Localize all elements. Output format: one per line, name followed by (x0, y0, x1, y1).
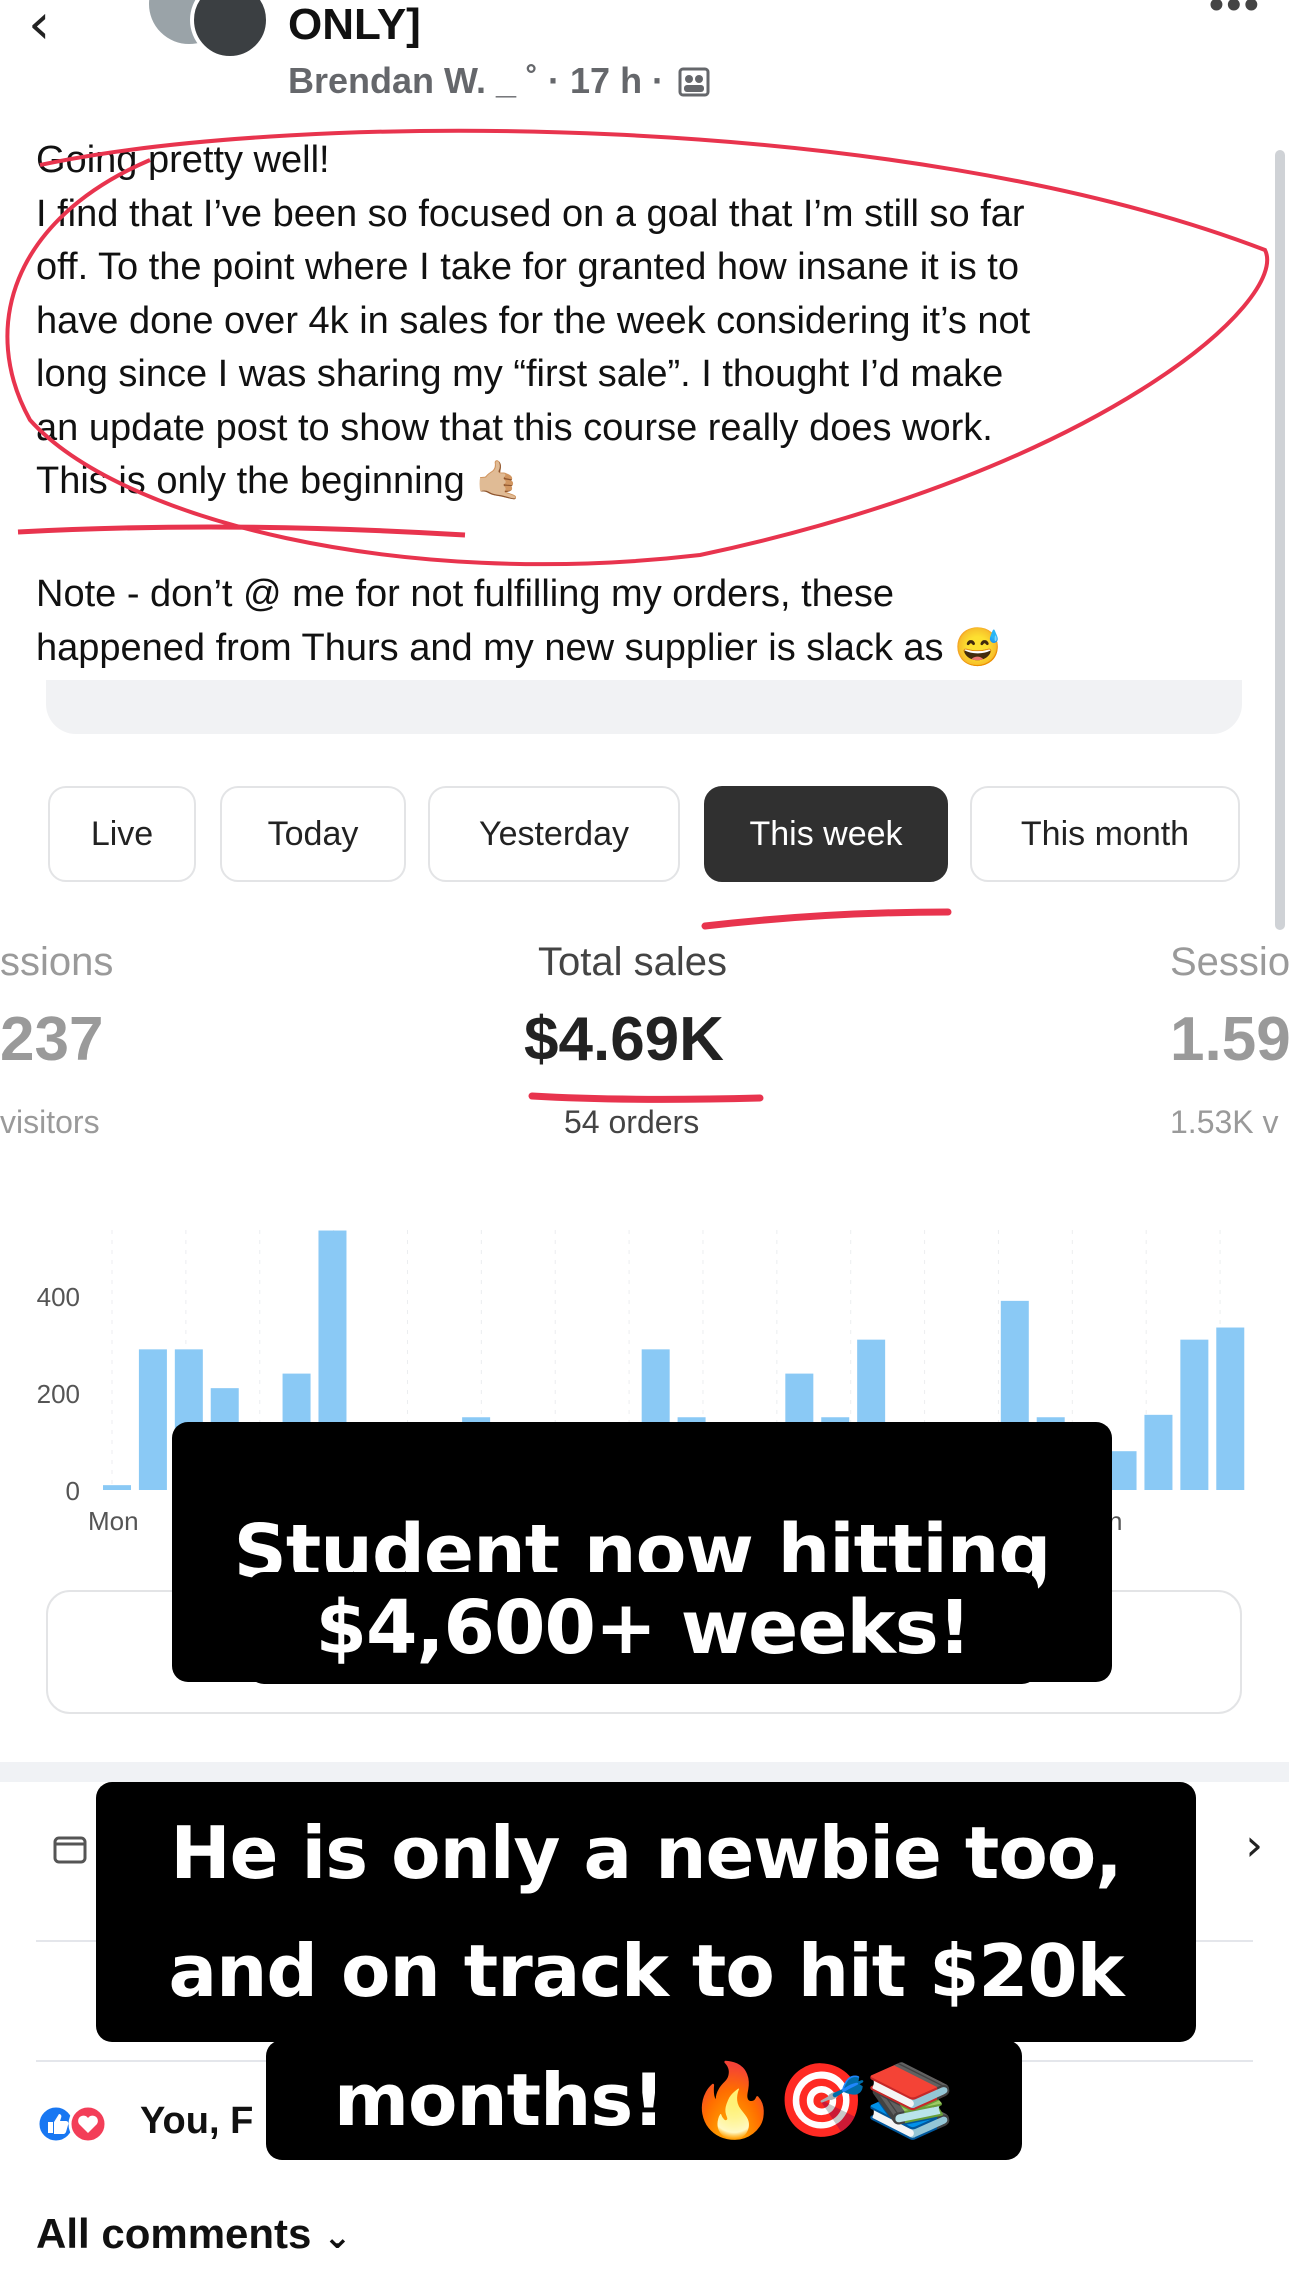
tab-live[interactable]: Live (48, 786, 196, 882)
caption-line: He is only a newbie too, (170, 1811, 1122, 1895)
chart-bar[interactable] (138, 1349, 167, 1490)
total-sales-orders: 54 orders (564, 1104, 700, 1140)
y-tick-label: 400 (37, 1282, 80, 1312)
annotation-underline-tab (701, 908, 952, 930)
tab-this-week[interactable]: This week (704, 786, 948, 882)
chart-bar[interactable] (103, 1485, 131, 1490)
chart-bar[interactable] (1216, 1327, 1245, 1490)
annotation-circle (5, 128, 1270, 567)
y-tick-label: 200 (37, 1379, 80, 1409)
all-comments-dropdown[interactable]: All comments ⌄ (36, 2210, 352, 2258)
chevron-down-icon: ⌄ (323, 2217, 352, 2257)
sessions-sub: visitors (0, 1104, 100, 1140)
sessions-right-sub: 1.53K v (1170, 1104, 1279, 1140)
tab-this-month[interactable]: This month (970, 786, 1240, 882)
annotation-underline-post (17, 524, 466, 538)
total-sales-label: Total sales (538, 940, 727, 984)
caption-student-weeks-line2: $4,600+ weeks! (248, 1572, 1038, 1684)
sessions-right-label: Sessio (1170, 940, 1289, 984)
caption-line: and on track to hit $20k (168, 1929, 1125, 2013)
reaction-icons[interactable] (36, 2102, 136, 2146)
chart-bar[interactable] (1144, 1414, 1173, 1490)
caption-line: $4,600+ weeks! (315, 1585, 971, 1671)
y-tick-label: 0 (66, 1476, 80, 1506)
tab-today[interactable]: Today (220, 786, 406, 882)
sessions-right-value: 1.59 (1170, 1005, 1289, 1074)
x-tick-label: Mon (88, 1506, 139, 1536)
all-comments-label: All comments (36, 2210, 312, 2257)
chart-bar[interactable] (1108, 1451, 1137, 1490)
chevron-right-icon[interactable]: › (1245, 1820, 1263, 1871)
caption-months: months! 🔥🎯📚 (266, 2040, 1022, 2160)
reaction-names[interactable]: You, F (140, 2100, 253, 2143)
caption-line: months! 🔥🎯📚 (333, 2057, 955, 2142)
sessions-label: ssions (0, 940, 114, 984)
tab-yesterday[interactable]: Yesterday (428, 786, 680, 882)
total-sales-value: $4.69K (524, 1005, 724, 1074)
caption-newbie: He is only a newbie too, and on track to… (96, 1782, 1196, 2042)
shop-icon (53, 1836, 87, 1864)
chart-bar[interactable] (1180, 1339, 1209, 1490)
section-divider (0, 1762, 1289, 1782)
sessions-value: 237 (0, 1005, 104, 1074)
annotation-underline-sales (528, 1092, 764, 1103)
